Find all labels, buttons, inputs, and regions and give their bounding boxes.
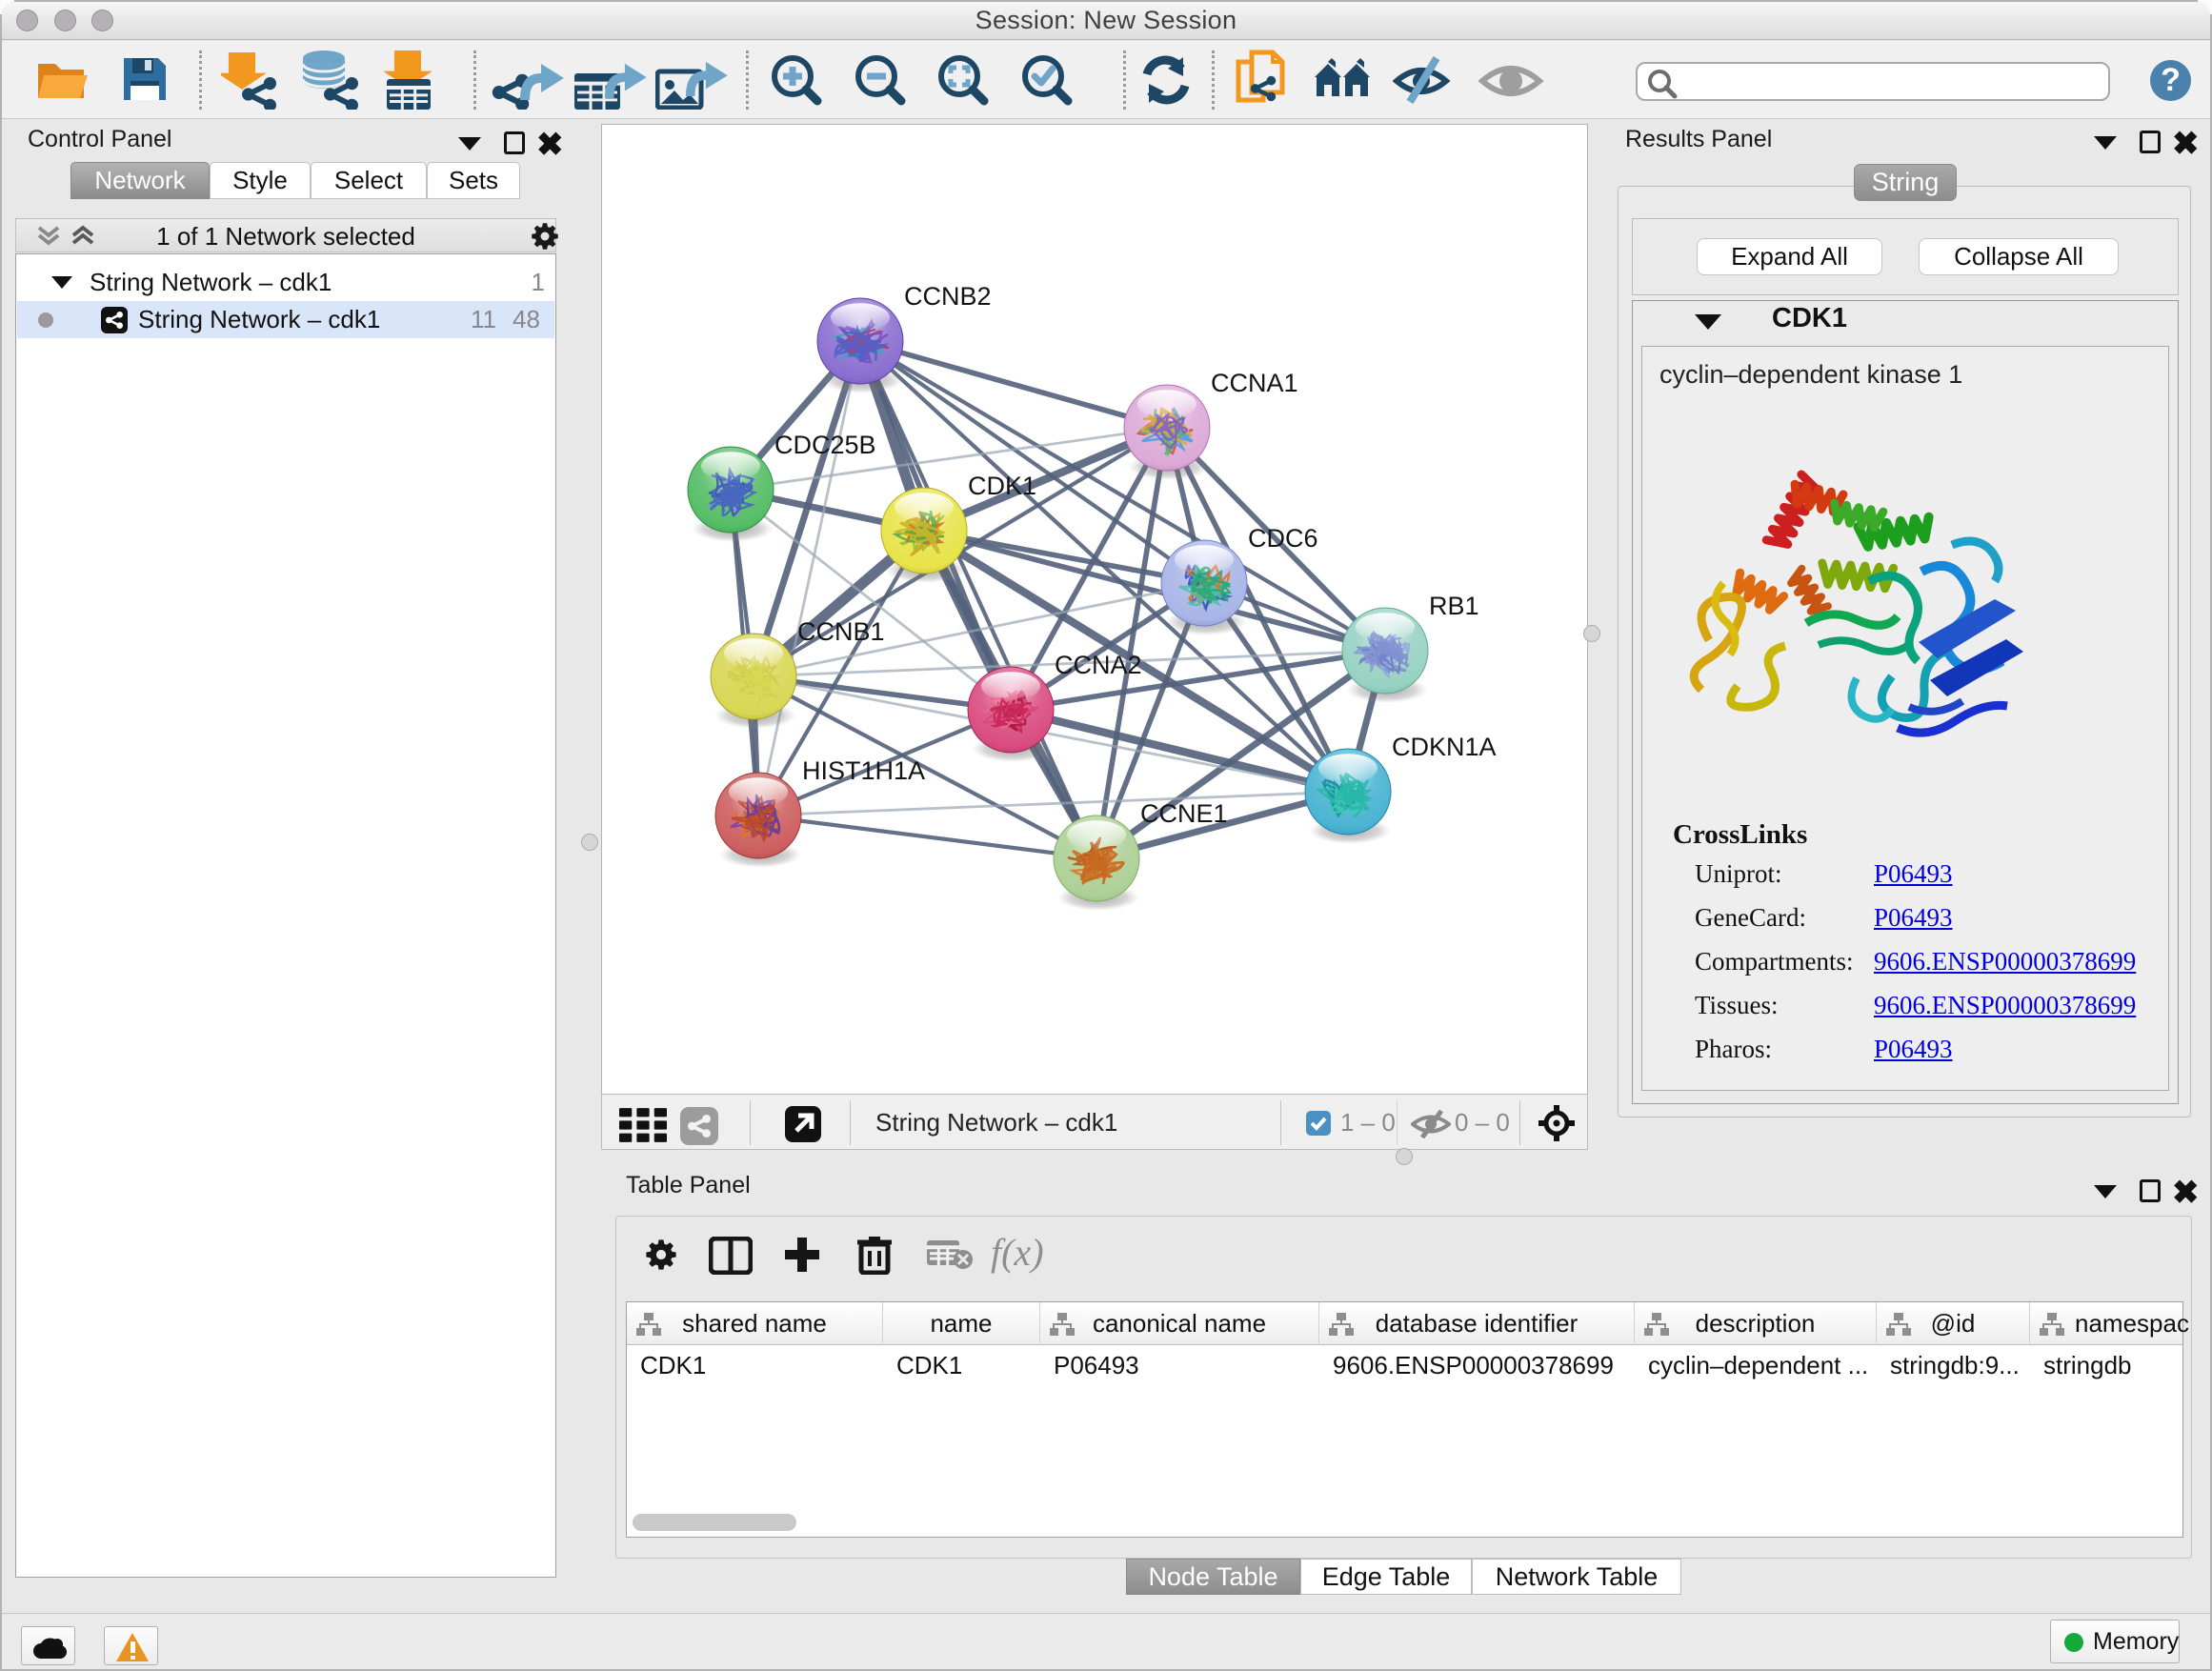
svg-text:CCNA2: CCNA2 bbox=[1055, 651, 1142, 679]
svg-text:CDC6: CDC6 bbox=[1248, 524, 1318, 553]
svg-text:CCNB2: CCNB2 bbox=[904, 282, 992, 311]
svg-text:CDKN1A: CDKN1A bbox=[1392, 733, 1497, 761]
svg-text:CCNE1: CCNE1 bbox=[1140, 799, 1228, 828]
svg-text:CCNA1: CCNA1 bbox=[1211, 369, 1298, 397]
svg-text:CDK1: CDK1 bbox=[968, 472, 1036, 500]
svg-text:RB1: RB1 bbox=[1429, 592, 1479, 620]
svg-text:CDC25B: CDC25B bbox=[774, 431, 876, 459]
svg-text:HIST1H1A: HIST1H1A bbox=[802, 756, 925, 785]
svg-text:CCNB1: CCNB1 bbox=[797, 617, 885, 646]
